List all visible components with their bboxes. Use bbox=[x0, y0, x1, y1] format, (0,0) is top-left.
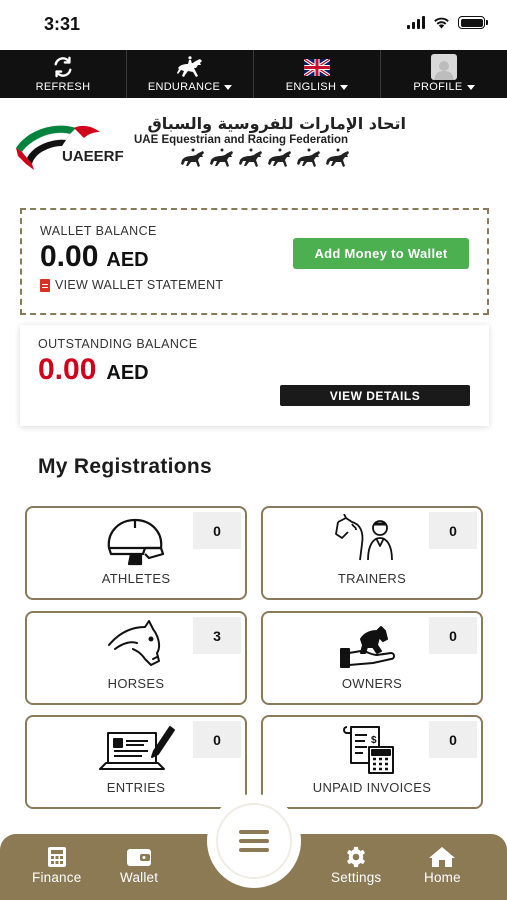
status-icons bbox=[407, 16, 488, 29]
registration-tile-horses[interactable]: 3 HORSES bbox=[25, 611, 247, 705]
trainer-horse-icon bbox=[332, 514, 412, 566]
main-menu-button[interactable] bbox=[211, 798, 297, 884]
language-label: ENGLISH bbox=[285, 81, 337, 93]
wallet-statement-label: VIEW WALLET STATEMENT bbox=[55, 278, 224, 292]
logo-arabic-name: اتحاد الإمارات للفروسية والسباق bbox=[147, 114, 406, 133]
svg-text:$: $ bbox=[371, 735, 377, 746]
registration-tile-unpaid-invoices[interactable]: 0 $ UNPAID INVOICES bbox=[261, 715, 483, 809]
pdf-icon bbox=[40, 278, 50, 292]
chevron-down-icon bbox=[466, 84, 475, 90]
federation-logo: UAEERF اتحاد الإمارات للفروسية والسباق U… bbox=[14, 112, 494, 172]
add-money-button[interactable]: Add Money to Wallet bbox=[293, 238, 469, 269]
outstanding-balance-currency: AED bbox=[106, 362, 149, 384]
registration-count: 0 bbox=[429, 721, 477, 758]
wifi-icon bbox=[434, 17, 449, 29]
calculator-icon bbox=[47, 847, 66, 867]
profile-dropdown[interactable]: PROFILE bbox=[381, 50, 507, 98]
wallet-balance-currency: AED bbox=[106, 249, 149, 271]
logo-abbreviation: UAEERF bbox=[62, 148, 124, 165]
wallet-balance-title: WALLET BALANCE bbox=[40, 224, 157, 238]
battery-icon bbox=[458, 16, 488, 29]
helmet-icon bbox=[96, 514, 176, 566]
registration-count: 0 bbox=[193, 512, 241, 549]
registration-label: ENTRIES bbox=[106, 780, 166, 795]
registration-tile-owners[interactable]: 0 OWNERS bbox=[261, 611, 483, 705]
home-icon bbox=[429, 847, 456, 867]
gear-icon bbox=[347, 846, 366, 868]
registration-count: 0 bbox=[429, 512, 477, 549]
wallet-balance-card: WALLET BALANCE 0.00 AED VIEW WALLET STAT… bbox=[20, 208, 489, 315]
nav-settings-label: Settings bbox=[331, 870, 382, 885]
profile-label: PROFILE bbox=[413, 81, 463, 93]
nav-settings[interactable]: Settings bbox=[331, 846, 381, 885]
outstanding-balance-amount: 0.00 bbox=[38, 353, 97, 386]
horse-riders-icon bbox=[181, 148, 349, 167]
uk-flag-icon bbox=[304, 55, 330, 79]
refresh-button[interactable]: REFRESH bbox=[0, 50, 127, 98]
registration-count: 0 bbox=[193, 721, 241, 758]
emblem-icon bbox=[16, 125, 100, 170]
logo-english-name: UAE Equestrian and Racing Federation bbox=[134, 134, 349, 146]
discipline-dropdown[interactable]: ENDURANCE bbox=[127, 50, 254, 98]
horse-rider-icon bbox=[175, 55, 205, 79]
outstanding-balance-card: OUTSTANDING BALANCE 0.00 AED VIEW DETAIL… bbox=[20, 325, 489, 426]
refresh-label: REFRESH bbox=[35, 81, 91, 93]
signal-icon bbox=[407, 16, 425, 29]
registration-tile-entries[interactable]: 0 ENTRIES bbox=[25, 715, 247, 809]
horse-head-icon bbox=[96, 619, 176, 671]
language-dropdown[interactable]: ENGLISH bbox=[254, 50, 381, 98]
view-wallet-statement-link[interactable]: VIEW WALLET STATEMENT bbox=[40, 278, 469, 292]
view-details-button[interactable]: VIEW DETAILS bbox=[280, 385, 470, 406]
nav-home[interactable]: Home bbox=[424, 846, 461, 885]
registration-count: 0 bbox=[429, 617, 477, 654]
status-time: 3:31 bbox=[44, 14, 81, 34]
registration-label: UNPAID INVOICES bbox=[312, 780, 432, 795]
invoice-calculator-icon: $ bbox=[332, 723, 412, 775]
status-bar: 3:31 bbox=[0, 0, 507, 50]
nav-home-label: Home bbox=[424, 870, 461, 885]
chevron-down-icon bbox=[224, 84, 233, 90]
wallet-icon bbox=[127, 849, 152, 866]
nav-wallet[interactable]: Wallet bbox=[120, 846, 158, 885]
chevron-down-icon bbox=[340, 84, 349, 90]
registration-tile-trainers[interactable]: 0 TRAINERS bbox=[261, 506, 483, 600]
avatar bbox=[431, 54, 457, 80]
outstanding-balance-title: OUTSTANDING BALANCE bbox=[38, 337, 198, 351]
registration-label: HORSES bbox=[107, 676, 165, 691]
wallet-balance-amount: 0.00 bbox=[40, 240, 99, 273]
hamburger-menu-icon bbox=[239, 825, 269, 857]
registration-tile-athletes[interactable]: 0 ATHLETES bbox=[25, 506, 247, 600]
top-nav: REFRESH ENDURANCE ENGLISH PROFILE bbox=[0, 50, 507, 98]
registration-label: TRAINERS bbox=[337, 571, 407, 586]
refresh-icon bbox=[52, 55, 74, 79]
nav-finance[interactable]: Finance bbox=[32, 846, 81, 885]
nav-finance-label: Finance bbox=[32, 870, 82, 885]
registration-count: 3 bbox=[193, 617, 241, 654]
nav-wallet-label: Wallet bbox=[120, 870, 159, 885]
registration-label: ATHLETES bbox=[101, 571, 171, 586]
discipline-label: ENDURANCE bbox=[147, 81, 221, 93]
registrations-title: My Registrations bbox=[38, 455, 212, 478]
laptop-entry-icon bbox=[96, 723, 176, 775]
registration-label: OWNERS bbox=[341, 676, 403, 691]
hand-horse-icon bbox=[332, 619, 412, 671]
